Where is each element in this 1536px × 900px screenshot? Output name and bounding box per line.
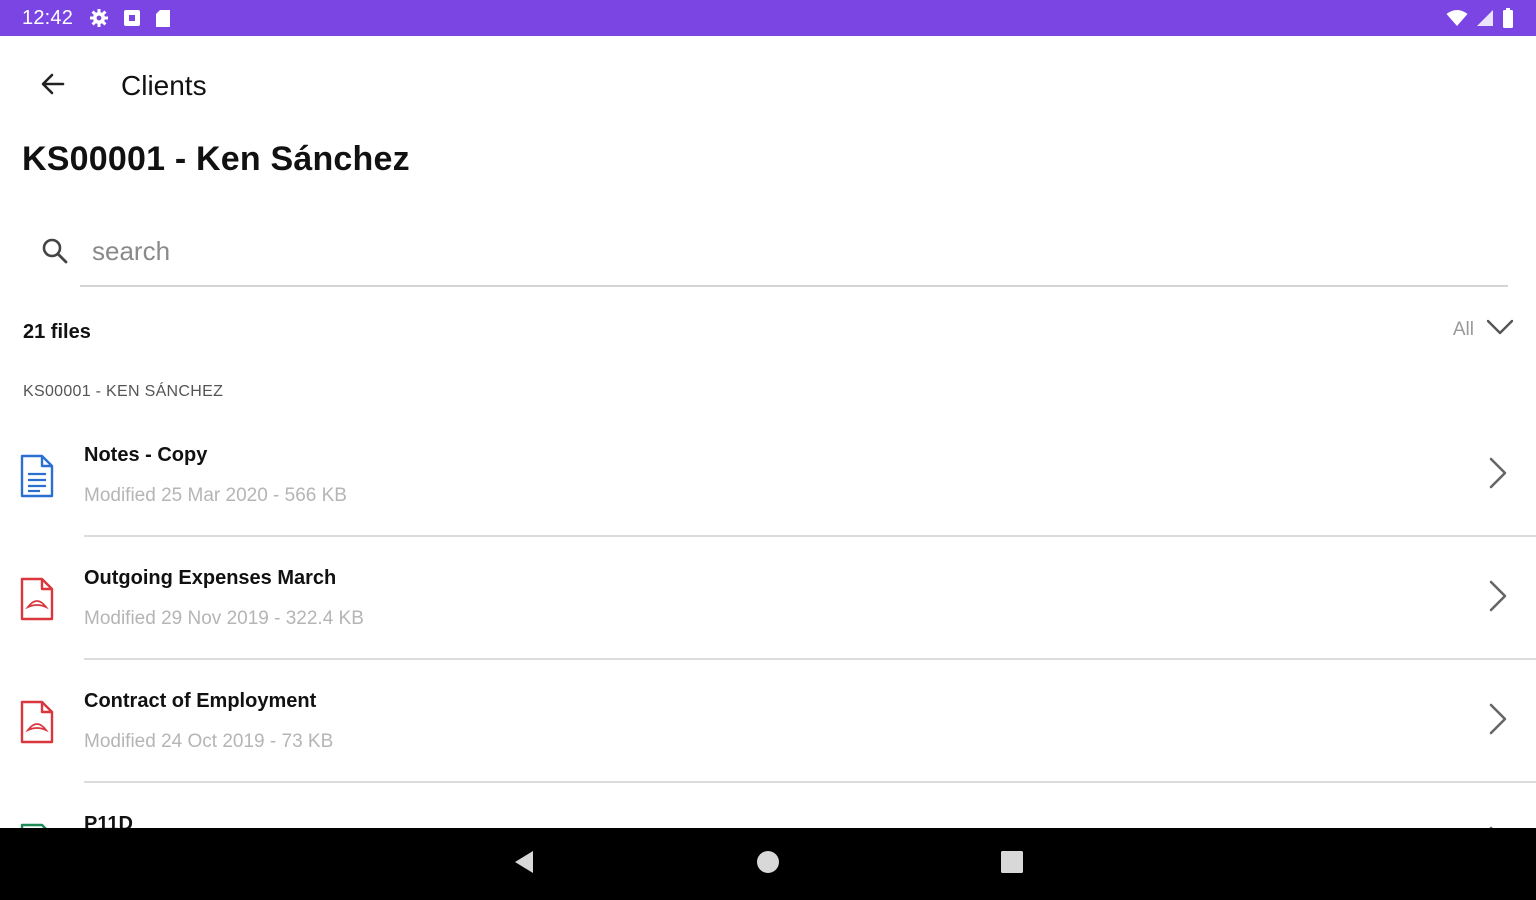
status-bar: 12:42 xyxy=(0,0,1536,36)
file-name: Notes - Copy xyxy=(84,444,208,466)
system-navigation-bar xyxy=(0,828,1536,900)
back-button[interactable] xyxy=(28,66,78,106)
arrow-left-icon xyxy=(39,70,67,103)
nav-home-button[interactable] xyxy=(728,828,808,900)
signal-icon xyxy=(1476,9,1494,27)
filter-dropdown[interactable]: All xyxy=(1453,318,1514,341)
nav-home-icon xyxy=(755,849,781,880)
file-row[interactable]: Contract of Employment Modified 24 Oct 2… xyxy=(0,660,1536,783)
search-input[interactable] xyxy=(80,226,1508,276)
nav-recents-button[interactable] xyxy=(972,828,1052,900)
file-meta: Modified 25 Mar 2020 - 566 KB xyxy=(84,485,347,506)
status-time: 12:42 xyxy=(22,6,74,29)
status-notification-icons xyxy=(89,8,171,28)
search-bar xyxy=(30,226,1508,288)
app-bar: Clients xyxy=(0,36,1536,136)
pdf-icon xyxy=(18,577,56,621)
nav-recents-icon xyxy=(1000,850,1024,879)
files-count: 21 files xyxy=(23,321,91,343)
search-underline xyxy=(80,285,1508,287)
section-header: KS00001 - KEN SÁNCHEZ xyxy=(23,383,224,400)
file-meta: Modified 29 Nov 2019 - 322.4 KB xyxy=(84,608,364,629)
sd-card-icon xyxy=(155,9,171,28)
chevron-right-icon xyxy=(1486,579,1510,613)
app-bar-title: Clients xyxy=(121,70,207,101)
filter-dropdown-label: All xyxy=(1452,318,1474,340)
chevron-right-icon xyxy=(1486,456,1510,490)
settings-icon xyxy=(89,8,109,28)
battery-icon xyxy=(1502,8,1514,28)
file-name: Contract of Employment xyxy=(84,690,317,712)
search-icon xyxy=(40,236,70,266)
status-system-icons xyxy=(1446,8,1514,28)
file-meta: Modified 24 Oct 2019 - 73 KB xyxy=(84,731,334,752)
pdf-icon xyxy=(18,700,56,744)
file-name: Outgoing Expenses March xyxy=(84,567,337,589)
document-icon xyxy=(18,454,56,498)
screen-record-icon xyxy=(123,9,141,27)
page-title: KS00001 - Ken Sánchez xyxy=(22,140,410,178)
file-row[interactable]: Notes - Copy Modified 25 Mar 2020 - 566 … xyxy=(0,414,1536,537)
nav-back-icon xyxy=(512,849,536,880)
wifi-icon xyxy=(1446,9,1468,27)
chevron-right-icon xyxy=(1486,702,1510,736)
chevron-down-icon xyxy=(1486,318,1514,341)
nav-back-button[interactable] xyxy=(484,828,564,900)
file-row[interactable]: Outgoing Expenses March Modified 29 Nov … xyxy=(0,537,1536,660)
